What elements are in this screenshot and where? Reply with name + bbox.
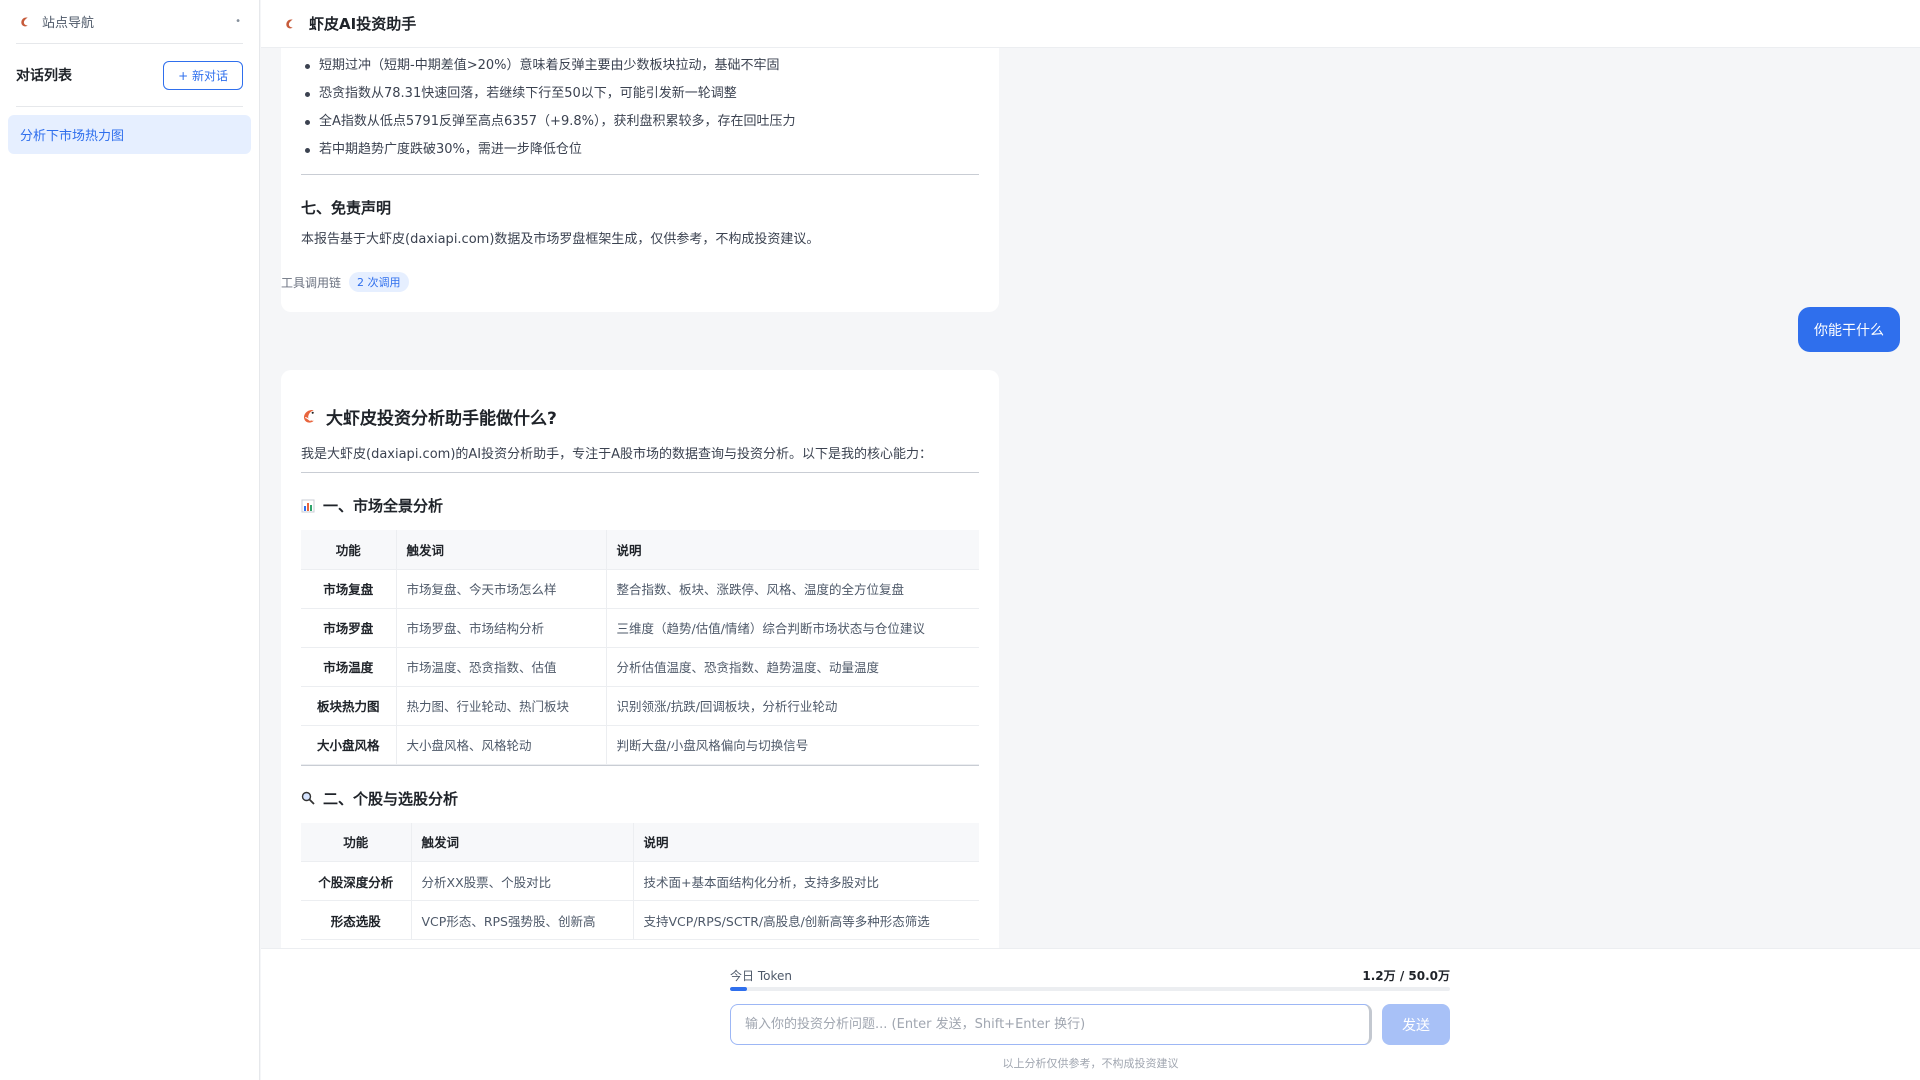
token-progress-bar bbox=[730, 987, 1450, 991]
table-cell: 整合指数、板块、涨跌停、风格、温度的全方位复盘 bbox=[605, 569, 979, 609]
reply-title: 大虾皮投资分析助手能做什么? bbox=[301, 370, 979, 429]
footer-note: 以上分析仅供参考，不构成投资建议 bbox=[1002, 1057, 1179, 1070]
divider bbox=[301, 472, 979, 473]
list-item: 短期过冲（短期-中期差值>20%）意味着反弹主要由少数板块拉动，基础不牢固 bbox=[301, 52, 979, 80]
bar-chart-icon bbox=[301, 499, 315, 512]
table-cell: 支持VCP/RPS/SCTR/高股息/创新高等多种形态筛选 bbox=[632, 900, 979, 940]
user-message-bubble: 你能干什么 bbox=[1798, 307, 1900, 352]
reply-title-text: 大虾皮投资分析助手能做什么? bbox=[326, 409, 557, 429]
table-row: 大小盘风格 大小盘风格、风格轮动 判断大盘/小盘风格偏向与切换信号 bbox=[301, 725, 979, 765]
section-heading-text: 二、个股与选股分析 bbox=[323, 789, 459, 808]
table-cell: 热力图、行业轮动、热门板块 bbox=[395, 686, 606, 726]
conversation-list-header: 对话列表 + 新对话 bbox=[0, 44, 259, 106]
assistant-message-card: 大虾皮投资分析助手能做什么? 我是大虾皮(daxiapi.com)的AI投资分析… bbox=[281, 370, 999, 948]
send-button[interactable]: 发送 bbox=[1382, 1004, 1450, 1045]
table-cell: 大小盘风格 bbox=[301, 725, 396, 765]
column-header: 触发词 bbox=[410, 822, 633, 862]
chat-area[interactable]: 短期过冲（短期-中期差值>20%）意味着反弹主要由少数板块拉动，基础不牢固 恐贪… bbox=[261, 48, 1920, 948]
table-cell: 市场罗盘、市场结构分析 bbox=[395, 608, 606, 648]
reply-intro: 我是大虾皮(daxiapi.com)的AI投资分析助手，专注于A股市场的数据查询… bbox=[301, 447, 933, 462]
table-row: 市场复盘 市场复盘、今天市场怎么样 整合指数、板块、涨跌停、风格、温度的全方位复… bbox=[301, 569, 979, 609]
section-heading: 一、市场全景分析 bbox=[301, 495, 979, 516]
list-item: 恐贪指数从78.31快速回落，若继续下行至50以下，可能引发新一轮调整 bbox=[301, 80, 979, 108]
table-row: 市场温度 市场温度、恐贪指数、估值 分析估值温度、恐贪指数、趋势温度、动量温度 bbox=[301, 647, 979, 687]
shrimp-logo-icon bbox=[21, 16, 28, 26]
section-heading-text: 一、市场全景分析 bbox=[323, 497, 444, 515]
tool-call-badge[interactable]: 2 次调用 bbox=[349, 272, 409, 292]
table-cell: 形态选股 bbox=[301, 900, 411, 940]
table-cell: 技术面+基本面结构化分析，支持多股对比 bbox=[632, 861, 979, 901]
table-cell: 大小盘风格、风格轮动 bbox=[395, 725, 606, 765]
capability-table: 功能 触发词 说明 市场复盘 市场复盘、今天市场怎么样 整合指数、板块、涨跌停、… bbox=[301, 530, 979, 765]
shrimp-emoji-icon bbox=[304, 409, 314, 423]
column-header: 说明 bbox=[632, 822, 979, 862]
table-cell: 三维度（趋势/估值/情绪）综合判断市场状态与仓位建议 bbox=[605, 608, 979, 648]
new-chat-button[interactable]: + 新对话 bbox=[163, 60, 243, 90]
composer: 今日 Token 1.2万 / 50.0万 发送 以上分析仅供参考，不构成投资建… bbox=[261, 948, 1920, 1080]
table-header-row: 功能 触发词 说明 bbox=[301, 822, 979, 862]
table-row: 市场罗盘 市场罗盘、市场结构分析 三维度（趋势/估值/情绪）综合判断市场状态与仓… bbox=[301, 608, 979, 648]
divider bbox=[16, 106, 243, 107]
conversation-item[interactable]: 分析下市场热力图 bbox=[8, 115, 251, 154]
table-cell: 分析估值温度、恐贪指数、趋势温度、动量温度 bbox=[605, 647, 979, 687]
token-label: 今日 Token bbox=[730, 969, 792, 983]
table-cell: VCP形态、RPS强势股、创新高 bbox=[410, 900, 633, 940]
header-bar: 虾皮AI投资助手 bbox=[261, 0, 1920, 48]
table-cell: 识别领涨/抗跌/回调板块，分析行业轮动 bbox=[605, 686, 979, 726]
tool-chain-row[interactable]: 工具调用链 2 次调用 bbox=[281, 272, 409, 292]
shrimp-logo-icon bbox=[286, 18, 293, 28]
column-header: 说明 bbox=[605, 530, 979, 570]
table-cell: 板块热力图 bbox=[301, 686, 396, 726]
conversation-list-title: 对话列表 bbox=[16, 68, 72, 84]
table-row: 形态选股 VCP形态、RPS强势股、创新高 支持VCP/RPS/SCTR/高股息… bbox=[301, 900, 979, 940]
sidebar: 站点导航 • 对话列表 + 新对话 分析下市场热力图 bbox=[0, 0, 260, 1080]
page-title: 虾皮AI投资助手 bbox=[309, 15, 417, 33]
list-item: 全A指数从低点5791反弹至高点6357（+9.8%），获利盘积累较多，存在回吐… bbox=[301, 108, 979, 136]
divider bbox=[301, 764, 979, 766]
table-cell: 个股深度分析 bbox=[301, 861, 411, 901]
column-header: 触发词 bbox=[395, 530, 606, 570]
main-panel: 虾皮AI投资助手 短期过冲（短期-中期差值>20%）意味着反弹主要由少数板块拉动… bbox=[261, 0, 1920, 1080]
token-progress-fill bbox=[730, 987, 748, 991]
disclaimer-text: 本报告基于大虾皮(daxiapi.com)数据及市场罗盘框架生成，仅供参考，不构… bbox=[301, 232, 820, 247]
column-header: 功能 bbox=[301, 822, 411, 862]
table-header-row: 功能 触发词 说明 bbox=[301, 530, 979, 570]
table-cell: 市场复盘、今天市场怎么样 bbox=[395, 569, 606, 609]
site-nav[interactable]: 站点导航 • bbox=[16, 0, 243, 44]
section-heading: 二、个股与选股分析 bbox=[301, 788, 979, 809]
table-cell: 市场温度、恐贪指数、估值 bbox=[395, 647, 606, 687]
site-nav-label: 站点导航 bbox=[42, 16, 95, 31]
table-cell: 判断大盘/小盘风格偏向与切换信号 bbox=[605, 725, 979, 765]
risk-bullet-list: 短期过冲（短期-中期差值>20%）意味着反弹主要由少数板块拉动，基础不牢固 恐贪… bbox=[301, 48, 979, 164]
table-cell: 市场温度 bbox=[301, 647, 396, 687]
table-row: 板块热力图 热力图、行业轮动、热门板块 识别领涨/抗跌/回调板块，分析行业轮动 bbox=[301, 686, 979, 726]
divider bbox=[301, 174, 979, 175]
table-row: 个股深度分析 分析XX股票、个股对比 技术面+基本面结构化分析，支持多股对比 bbox=[301, 861, 979, 901]
list-item: 若中期趋势广度跌破30%，需进一步降低仓位 bbox=[301, 136, 979, 164]
section-heading: 七、免责声明 bbox=[301, 199, 392, 217]
magnifier-icon bbox=[301, 791, 315, 805]
column-header: 功能 bbox=[301, 530, 396, 570]
table-cell: 市场罗盘 bbox=[301, 608, 396, 648]
capability-table: 功能 触发词 说明 个股深度分析 分析XX股票、个股对比 技术面+基本面结构化分… bbox=[301, 822, 979, 940]
dropdown-dot-icon[interactable]: • bbox=[235, 16, 241, 27]
question-input[interactable] bbox=[730, 1004, 1372, 1045]
table-cell: 分析XX股票、个股对比 bbox=[410, 861, 633, 901]
tool-chain-label: 工具调用链 bbox=[281, 275, 342, 290]
table-cell: 市场复盘 bbox=[301, 569, 396, 609]
token-usage-row: 今日 Token 1.2万 / 50.0万 bbox=[730, 967, 1450, 984]
token-value: 1.2万 / 50.0万 bbox=[1362, 969, 1450, 983]
